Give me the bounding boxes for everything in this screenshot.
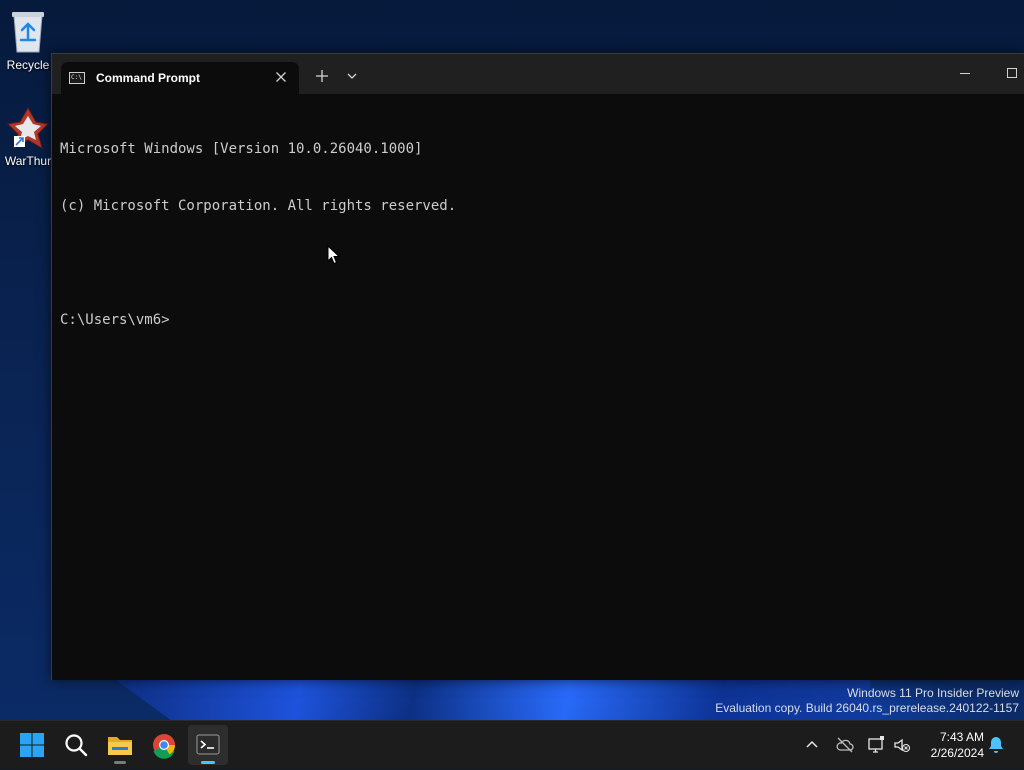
- terminal-window[interactable]: C:\ Command Prompt Microsoft Windows [Ve…: [51, 53, 1024, 680]
- folder-icon: [108, 737, 132, 755]
- tab-command-prompt[interactable]: C:\ Command Prompt: [61, 62, 299, 94]
- command-prompt-icon: C:\: [69, 72, 85, 84]
- taskbar: 7:43 AM 2/26/2024: [0, 720, 1024, 769]
- console-line: Microsoft Windows [Version 10.0.26040.10…: [60, 141, 423, 157]
- terminal-icon: [196, 734, 220, 755]
- network-tray-button[interactable]: [866, 735, 886, 755]
- search-button[interactable]: [56, 725, 96, 765]
- warthunder-icon: [6, 106, 50, 150]
- speaker-muted-icon: [894, 738, 911, 753]
- notifications-button[interactable]: [987, 735, 1005, 755]
- minimize-button[interactable]: [950, 64, 980, 84]
- network-icon: [868, 736, 884, 753]
- chevron-up-icon: [806, 740, 818, 748]
- active-indicator: [201, 761, 215, 764]
- bell-icon: [989, 737, 1003, 753]
- cloud-off-icon: [836, 737, 854, 753]
- chrome-icon: [153, 734, 175, 759]
- mouse-pointer-icon: [327, 245, 341, 265]
- title-bar[interactable]: C:\ Command Prompt: [52, 54, 1024, 94]
- plus-icon: [316, 70, 328, 82]
- console-line: (c) Microsoft Corporation. All rights re…: [60, 198, 457, 214]
- tab-dropdown-button[interactable]: [342, 66, 362, 86]
- terminal-button[interactable]: [188, 725, 228, 765]
- file-explorer-button[interactable]: [100, 725, 140, 765]
- clock-date: 2/26/2024: [930, 746, 984, 760]
- chrome-button[interactable]: [144, 725, 184, 765]
- console-prompt[interactable]: C:\Users\vm6>: [60, 311, 1010, 330]
- new-tab-button[interactable]: [312, 66, 332, 86]
- watermark-line: Windows 11 Pro Insider Preview: [847, 686, 1019, 700]
- maximize-button[interactable]: [997, 64, 1024, 84]
- show-hidden-icons-button[interactable]: [803, 737, 821, 753]
- evaluation-watermark: Windows 11 Pro Insider Preview Evaluatio…: [715, 686, 1019, 716]
- console-output[interactable]: Microsoft Windows [Version 10.0.26040.10…: [60, 102, 1010, 672]
- clock-time: 7:43 AM: [939, 730, 984, 744]
- running-indicator: [114, 761, 126, 764]
- recycle-bin-icon: [12, 12, 44, 53]
- onedrive-tray-button[interactable]: [835, 735, 855, 755]
- clock[interactable]: 7:43 AM 2/26/2024: [918, 729, 984, 761]
- volume-tray-button[interactable]: [892, 735, 912, 755]
- close-tab-button[interactable]: [271, 67, 291, 87]
- watermark-line: Evaluation copy. Build 26040.rs_prerelea…: [715, 701, 1019, 715]
- chevron-down-icon: [347, 73, 357, 79]
- close-icon: [276, 72, 286, 82]
- tab-title: Command Prompt: [96, 71, 201, 85]
- search-icon: [65, 734, 88, 757]
- windows-logo-icon: [20, 733, 44, 757]
- start-button[interactable]: [12, 725, 52, 765]
